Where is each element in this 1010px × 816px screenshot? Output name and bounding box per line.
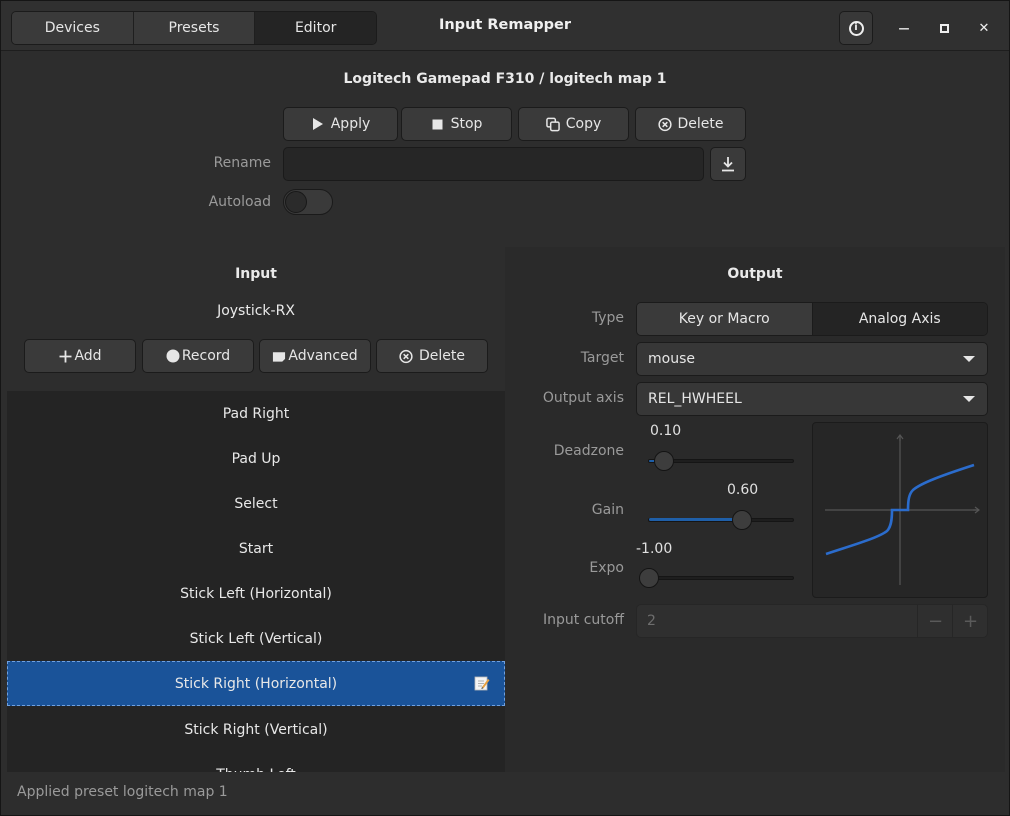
input-cutoff-spinbutton[interactable]: 2 − + xyxy=(636,604,988,638)
expo-slider[interactable] xyxy=(639,568,659,588)
current-input: Joystick-RX xyxy=(217,303,295,319)
list-item[interactable]: Stick Left (Vertical) xyxy=(7,616,505,661)
header-bar: Devices Presets Editor Input Remapper i … xyxy=(1,1,1009,51)
expo-trough xyxy=(648,576,794,580)
response-curve-graph xyxy=(812,422,988,598)
expo-value: -1.00 xyxy=(636,541,673,557)
output-axis-value: REL_HWHEEL xyxy=(648,391,742,407)
output-axis-dropdown[interactable]: REL_HWHEEL xyxy=(636,382,988,416)
maximize-icon xyxy=(939,23,949,33)
gain-fill xyxy=(649,518,741,521)
stop-icon xyxy=(431,117,445,131)
list-item[interactable]: Select xyxy=(7,481,505,526)
copy-label: Copy xyxy=(565,116,602,132)
delete-mapping-button[interactable]: Delete xyxy=(376,339,488,373)
maximize-button[interactable] xyxy=(927,11,961,45)
autoload-switch[interactable] xyxy=(283,189,333,215)
copy-button[interactable]: Copy xyxy=(518,107,629,141)
expo-label: Expo xyxy=(589,560,624,576)
plus-icon xyxy=(58,349,72,363)
increment-button[interactable]: + xyxy=(952,605,988,637)
gain-label: Gain xyxy=(591,502,624,518)
target-value: mouse xyxy=(648,351,695,367)
advanced-button[interactable]: Advanced xyxy=(259,339,371,373)
gain-slider[interactable] xyxy=(732,510,752,530)
status-bar: Applied preset logitech map 1 xyxy=(7,772,1003,812)
input-title: Input xyxy=(235,266,277,282)
chevron-down-icon xyxy=(963,356,975,362)
rename-label: Rename xyxy=(213,155,271,171)
deadzone-label: Deadzone xyxy=(553,443,624,459)
plus-icon: + xyxy=(962,610,979,632)
save-rename-button[interactable] xyxy=(710,147,746,181)
add-label: Add xyxy=(74,348,102,364)
curve-svg xyxy=(825,434,980,585)
apply-button[interactable]: Apply xyxy=(283,107,398,141)
minus-icon: − xyxy=(927,610,944,632)
record-button[interactable]: Record xyxy=(142,339,254,373)
delete-preset-button[interactable]: Delete xyxy=(635,107,746,141)
minimize-button[interactable]: — xyxy=(887,11,921,45)
mapping-list: Pad Right Pad Up Select Start Stick Left… xyxy=(7,391,505,772)
list-item[interactable]: Thumb Left xyxy=(7,752,505,773)
advanced-icon xyxy=(272,349,286,363)
delete-icon xyxy=(399,349,413,363)
gain-value: 0.60 xyxy=(727,482,759,498)
deadzone-slider[interactable] xyxy=(654,451,674,471)
list-item[interactable]: Stick Left (Horizontal) xyxy=(7,571,505,616)
decrement-button[interactable]: − xyxy=(917,605,953,637)
info-icon: i xyxy=(848,20,864,36)
edit-icon[interactable] xyxy=(474,675,490,691)
stop-label: Stop xyxy=(450,116,483,132)
output-axis-label: Output axis xyxy=(542,390,624,406)
input-cutoff-value: 2 xyxy=(647,613,656,629)
advanced-label: Advanced xyxy=(288,348,358,364)
type-selector: Key or Macro Analog Axis xyxy=(636,302,988,336)
download-icon xyxy=(721,157,735,172)
list-item[interactable]: Pad Up xyxy=(7,436,505,481)
list-item[interactable]: Pad Right xyxy=(7,391,505,436)
list-item[interactable]: Stick Right (Vertical) xyxy=(7,707,505,752)
deadzone-value: 0.10 xyxy=(650,423,682,439)
rename-input[interactable] xyxy=(283,147,704,181)
delete-mapping-label: Delete xyxy=(419,348,465,364)
record-icon xyxy=(166,349,180,363)
chevron-down-icon xyxy=(963,396,975,402)
target-dropdown[interactable]: mouse xyxy=(636,342,988,376)
type-analog-axis[interactable]: Analog Axis xyxy=(812,303,987,335)
switch-knob xyxy=(285,191,307,213)
stop-button[interactable]: Stop xyxy=(401,107,512,141)
app-window: Devices Presets Editor Input Remapper i … xyxy=(0,0,1010,816)
list-item[interactable]: Start xyxy=(7,526,505,571)
target-label: Target xyxy=(580,350,624,366)
list-item-selected[interactable]: Stick Right (Horizontal) xyxy=(7,661,505,706)
type-key-or-macro[interactable]: Key or Macro xyxy=(637,303,813,335)
minimize-icon: — xyxy=(898,21,910,35)
type-label: Type xyxy=(591,310,624,326)
copy-icon xyxy=(545,117,560,131)
about-button[interactable]: i xyxy=(839,11,873,45)
close-icon: ✕ xyxy=(978,20,990,36)
delete-label: Delete xyxy=(677,116,724,132)
preset-title: Logitech Gamepad F310 / logitech map 1 xyxy=(343,71,667,87)
apply-label: Apply xyxy=(330,116,371,132)
play-icon xyxy=(311,117,325,131)
delete-icon xyxy=(657,117,672,131)
output-title: Output xyxy=(727,266,783,282)
autoload-label: Autoload xyxy=(208,194,271,210)
list-item-label: Stick Right (Horizontal) xyxy=(174,675,338,692)
add-mapping-button[interactable]: Add xyxy=(24,339,136,373)
close-button[interactable]: ✕ xyxy=(967,11,1001,45)
record-label: Record xyxy=(181,348,231,364)
input-cutoff-label: Input cutoff xyxy=(543,612,624,628)
